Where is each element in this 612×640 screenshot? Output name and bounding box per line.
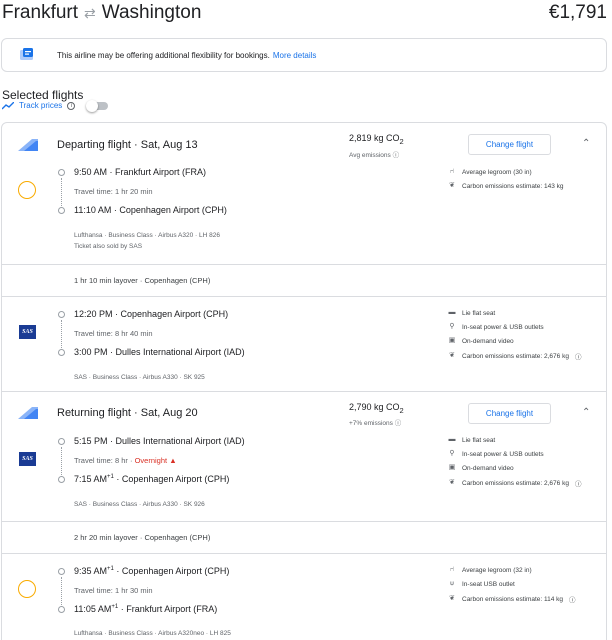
- amenity-power: ⚲ In-seat power & USB outlets: [449, 450, 544, 458]
- amenity-emissions: ❦ Carbon emissions estimate: 143 kg: [449, 182, 564, 190]
- amenity-video: ▣ On-demand video: [448, 464, 514, 472]
- departure-dot: [58, 438, 65, 445]
- calendar-info-icon: [19, 48, 35, 62]
- sas-logo-icon: SAS: [19, 452, 36, 466]
- swap-arrows-icon: ⇄: [84, 4, 96, 21]
- flight-meta: SAS · Business Class · Airbus A330 · SK …: [74, 501, 205, 508]
- travel-time: Travel time: 8 hr 40 min: [74, 329, 153, 338]
- amenity-power: ⚲ In-seat power & USB outlets: [449, 323, 544, 331]
- dep-time-row: 9:35 AM+1 · Copenhagen Airport (CPH): [74, 566, 230, 576]
- layover-info: 1 hr 10 min layover · Copenhagen (CPH): [74, 276, 211, 285]
- segment-line: [61, 577, 62, 607]
- change-returning-flight-button[interactable]: Change flight: [468, 403, 551, 424]
- leaf-icon: ❦: [449, 352, 455, 359]
- lufthansa-logo-icon: [18, 181, 36, 199]
- arr-time-row: 11:10 AM · Copenhagen Airport (CPH): [74, 205, 227, 215]
- plug-icon: ⚲: [449, 323, 455, 330]
- returning-emissions: 2,790 kg CO2: [349, 402, 404, 415]
- arr-time-row: 3:00 PM · Dulles International Airport (…: [74, 347, 245, 357]
- landing-plane-icon: [18, 407, 38, 419]
- leaf-icon: ❦: [449, 479, 455, 486]
- track-prices: Track prices i: [2, 99, 109, 112]
- usb-icon: ⍦: [449, 580, 455, 587]
- divider: [2, 553, 606, 554]
- divider: [2, 296, 606, 297]
- layover-info: 2 hr 20 min layover · Copenhagen (CPH): [74, 533, 211, 542]
- sas-logo-icon: SAS: [19, 325, 36, 339]
- dep-time-row: 9:50 AM · Frankfurt Airport (FRA): [74, 167, 207, 177]
- departure-dot: [58, 568, 65, 575]
- segment-line: [61, 320, 62, 350]
- leaf-icon: ❦: [449, 595, 455, 602]
- departing-heading: Departing flight · Sat, Aug 13: [57, 139, 198, 151]
- video-icon: ▣: [448, 464, 456, 471]
- arr-time-row: 11:05 AM+1 · Frankfurt Airport (FRA): [74, 604, 218, 614]
- seat-icon: ⑁: [449, 566, 455, 573]
- trending-icon: [2, 101, 14, 109]
- amenity-legroom: ⑁ Average legroom (30 in): [449, 168, 532, 176]
- track-prices-label: Track prices: [19, 101, 63, 110]
- warning-icon: ▲: [169, 456, 177, 465]
- dep-time-row: 5:15 PM · Dulles International Airport (…: [74, 436, 245, 446]
- info-icon: ⓘ: [569, 597, 576, 604]
- more-details-link[interactable]: More details: [273, 51, 317, 60]
- track-prices-toggle[interactable]: [86, 99, 109, 112]
- arrival-dot: [58, 207, 65, 214]
- amenity-legroom: ⑁ Average legroom (32 in): [449, 566, 532, 574]
- route-title: Frankfurt ⇄ Washington: [2, 2, 201, 24]
- returning-emissions-note: +7% emissions ⓘ: [349, 420, 402, 427]
- amenity-emissions: ❦ Carbon emissions estimate: 2,676 kg ⓘ: [449, 352, 582, 361]
- amenity-lie-flat: ▬ Lie flat seat: [448, 309, 496, 317]
- itinerary-card: Departing flight · Sat, Aug 13 2,819 kg …: [1, 122, 607, 640]
- amenity-emissions: ❦ Carbon emissions estimate: 2,676 kg ⓘ: [449, 479, 582, 488]
- origin-city: Frankfurt: [2, 2, 79, 23]
- arrival-dot: [58, 349, 65, 356]
- returning-heading: Returning flight · Sat, Aug 20: [57, 407, 198, 419]
- segment-line: [61, 447, 62, 477]
- section-divider: [2, 391, 606, 392]
- amenity-video: ▣ On-demand video: [448, 337, 514, 345]
- selected-flights-heading: Selected flights: [2, 88, 84, 102]
- notice-text: This airline may be offering additional …: [57, 50, 270, 60]
- total-price: €1,791: [548, 2, 607, 23]
- dep-time-row: 12:20 PM · Copenhagen Airport (CPH): [74, 309, 229, 319]
- departing-emissions: 2,819 kg CO2: [349, 133, 404, 146]
- collapse-chevron-icon[interactable]: ⌃: [582, 407, 590, 418]
- divider: [2, 264, 606, 265]
- arrival-dot: [58, 476, 65, 483]
- leaf-icon: ❦: [449, 182, 455, 189]
- arrival-dot: [58, 606, 65, 613]
- bed-icon: ▬: [448, 309, 456, 316]
- travel-time: Travel time: 1 hr 30 min: [74, 586, 153, 595]
- travel-time: Travel time: 1 hr 20 min: [74, 187, 153, 196]
- departing-emissions-note: Avg emissions ⓘ: [349, 152, 400, 159]
- amenity-lie-flat: ▬ Lie flat seat: [448, 436, 496, 444]
- info-icon: ⓘ: [574, 354, 582, 361]
- flexibility-notice: This airline may be offering additional …: [1, 38, 607, 72]
- amenity-usb: ⍦ In-seat USB outlet: [449, 580, 515, 588]
- divider: [2, 521, 606, 522]
- plug-icon: ⚲: [449, 450, 455, 457]
- flight-meta: SAS · Business Class · Airbus A330 · SK …: [74, 374, 205, 381]
- flight-meta: Lufthansa · Business Class · Airbus A320…: [74, 232, 220, 239]
- segment-line: [61, 178, 62, 208]
- video-icon: ▣: [448, 337, 456, 344]
- travel-time: Travel time: 8 hr · Overnight ▲: [74, 456, 177, 465]
- amenity-emissions: ❦ Carbon emissions estimate: 114 kg ⓘ: [449, 595, 576, 604]
- info-icon: ⓘ: [574, 481, 582, 488]
- collapse-chevron-icon[interactable]: ⌃: [582, 138, 590, 149]
- departure-dot: [58, 169, 65, 176]
- departure-dot: [58, 311, 65, 318]
- flight-meta: Lufthansa · Business Class · Airbus A320…: [74, 630, 231, 637]
- info-icon[interactable]: i: [67, 101, 76, 110]
- bed-icon: ▬: [448, 436, 456, 443]
- change-departing-flight-button[interactable]: Change flight: [468, 134, 551, 155]
- takeoff-plane-icon: [18, 139, 38, 151]
- destination-city: Washington: [101, 2, 202, 23]
- lufthansa-logo-icon: [18, 580, 36, 598]
- ticket-note: Ticket also sold by SAS: [74, 243, 143, 250]
- arr-time-row: 7:15 AM+1 · Copenhagen Airport (CPH): [74, 474, 230, 484]
- seat-icon: ⑁: [449, 168, 455, 175]
